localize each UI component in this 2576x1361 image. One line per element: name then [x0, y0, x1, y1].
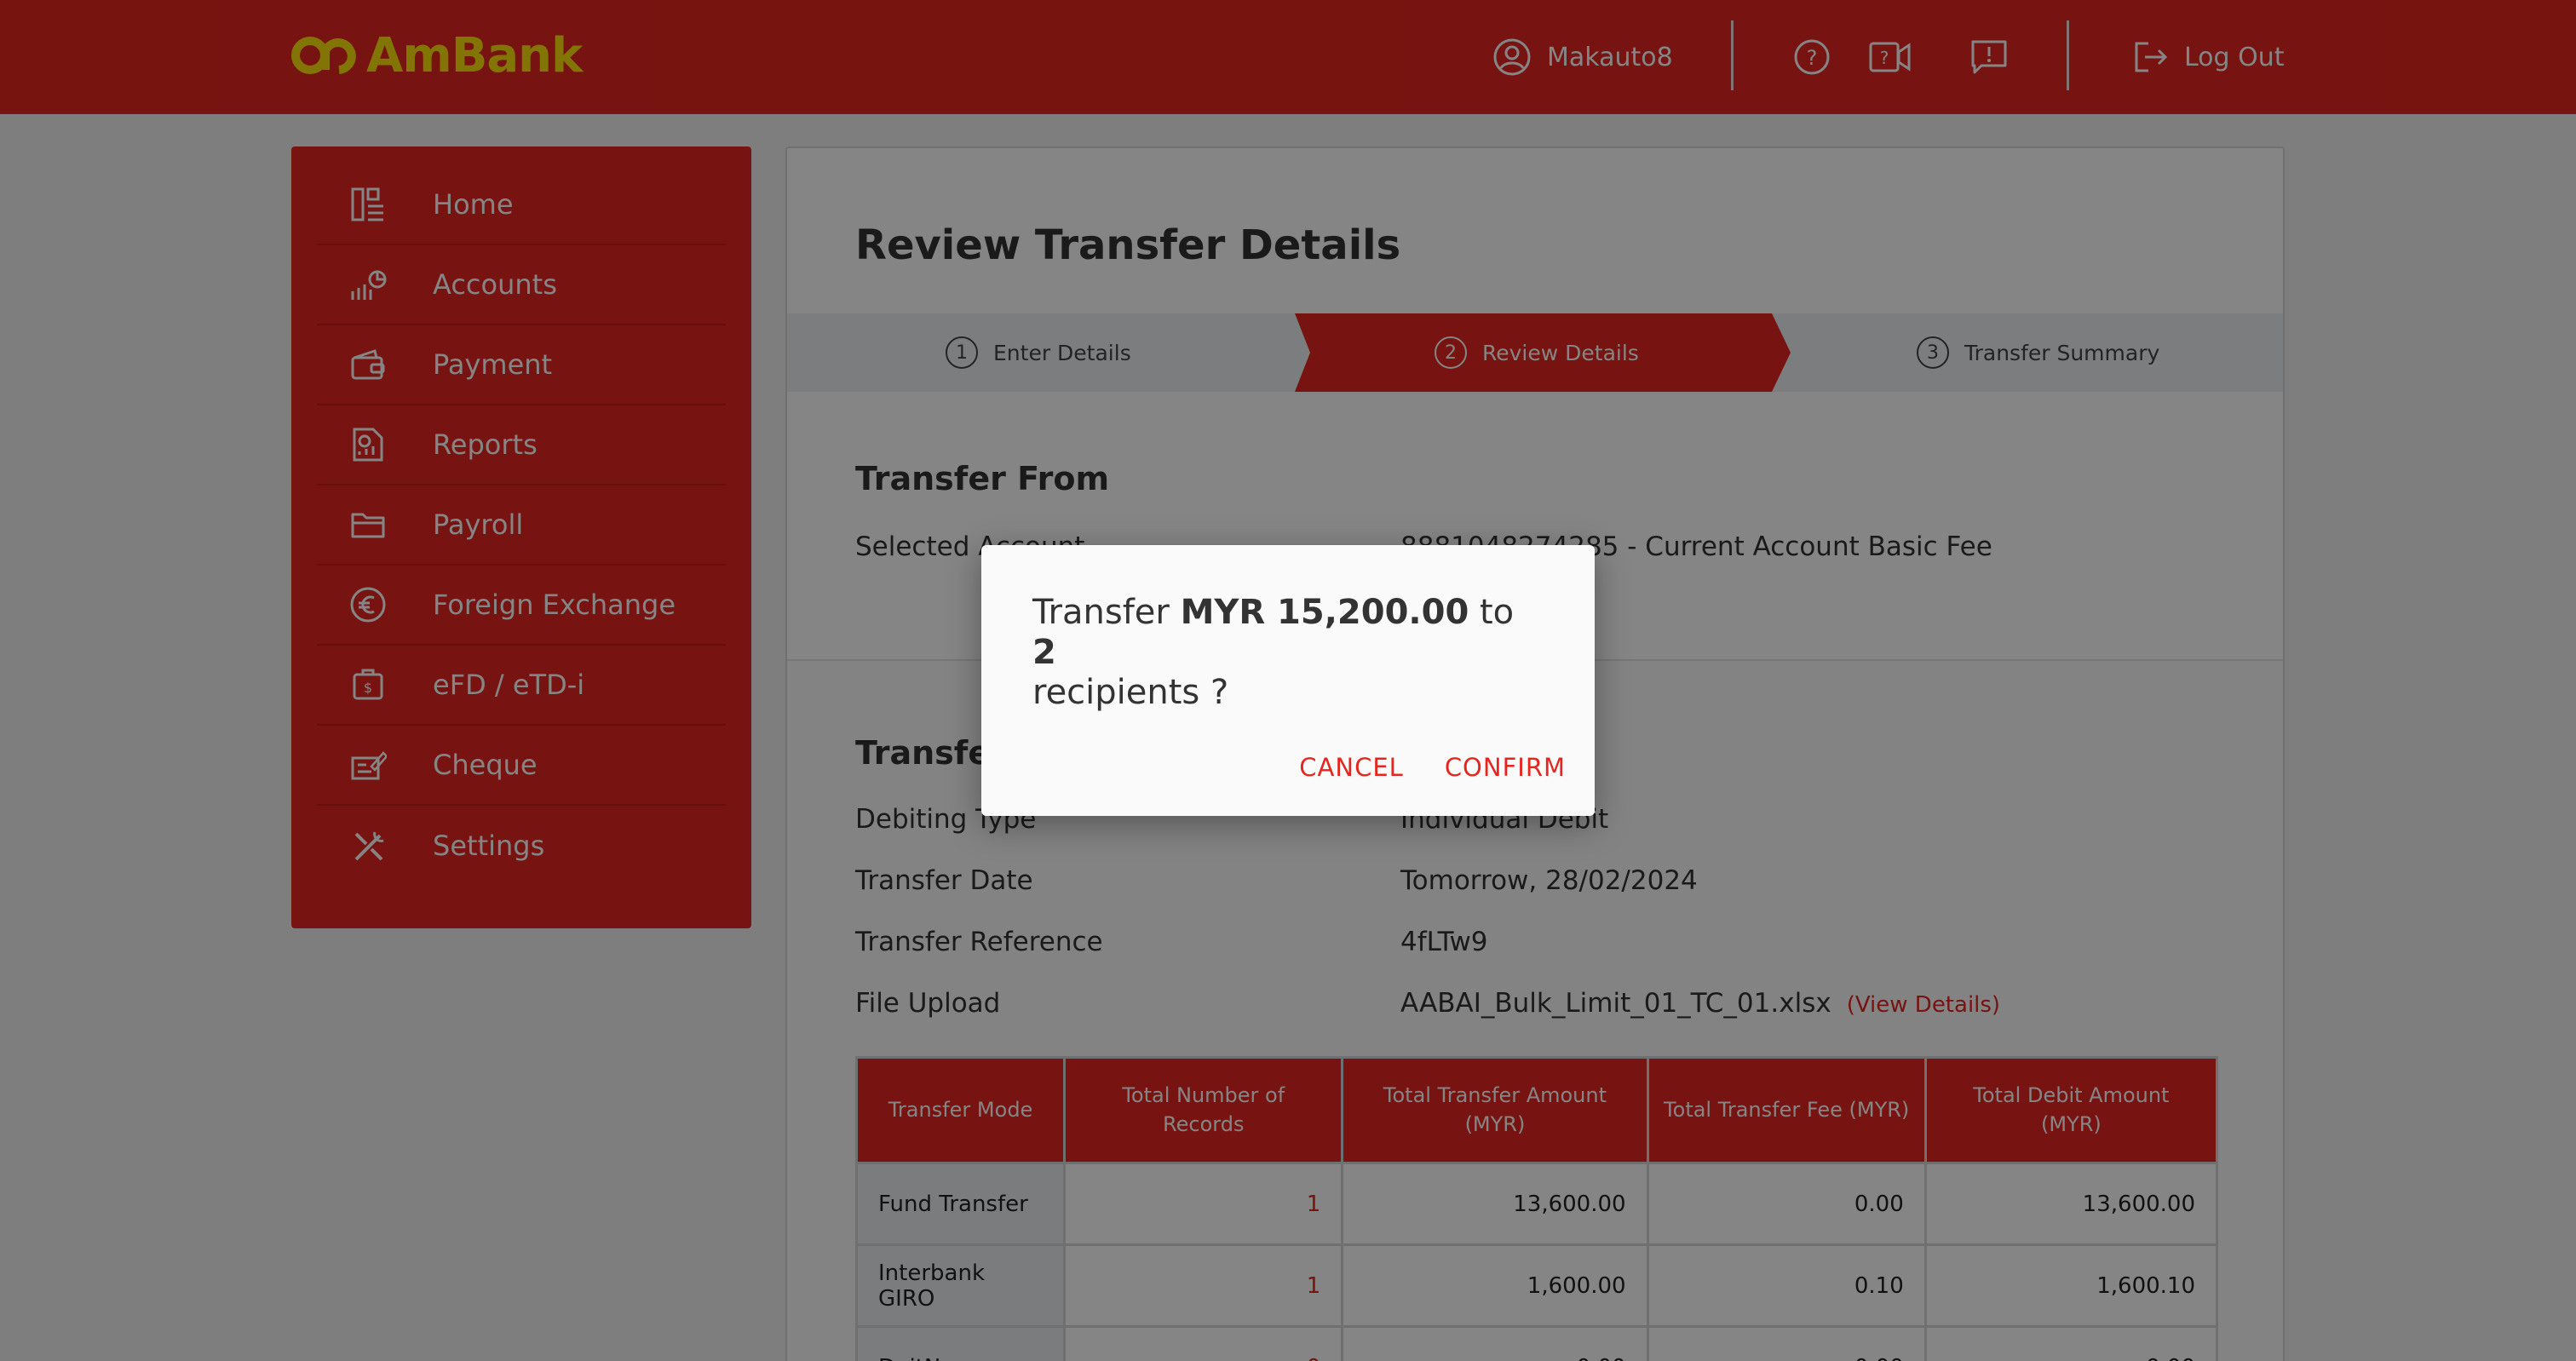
- dialog-actions: CANCEL CONFIRM: [1299, 753, 1566, 782]
- dialog-amount: MYR 15,200.00: [1180, 593, 1469, 632]
- dialog-message-middle: to: [1469, 593, 1515, 632]
- confirm-transfer-dialog: Transfer MYR 15,200.00 to 2 recipients ? …: [981, 545, 1595, 816]
- dialog-message-prefix: Transfer: [1032, 593, 1181, 632]
- dialog-recipient-count: 2: [1032, 633, 1056, 673]
- cancel-button[interactable]: CANCEL: [1299, 753, 1404, 782]
- confirm-button[interactable]: CONFIRM: [1445, 753, 1566, 782]
- dialog-message-suffix: recipients ?: [1032, 673, 1229, 713]
- dialog-message: Transfer MYR 15,200.00 to 2 recipients ?: [1032, 593, 1544, 714]
